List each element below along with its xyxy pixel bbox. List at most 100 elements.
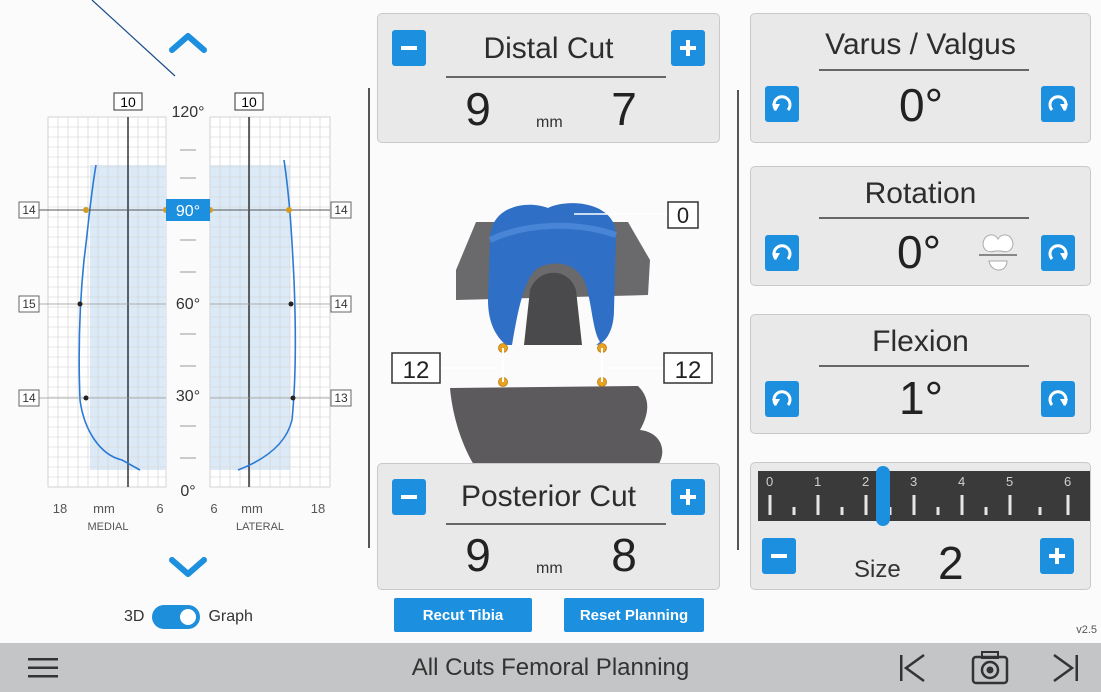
snapshot-button[interactable]: [970, 649, 1010, 687]
medial-axis-min: 18: [53, 501, 67, 516]
medial-marker-60: 15: [22, 297, 36, 311]
posterior-cut-medial-value: 9: [465, 529, 491, 581]
lateral-graph: [209, 116, 331, 488]
model-label-medial: 12: [403, 357, 430, 384]
scroll-down-button[interactable]: [158, 548, 218, 588]
size-ruler-ticks: [768, 495, 1070, 515]
size-scale-1: 1: [814, 474, 822, 489]
medial-axis-title: MEDIAL: [88, 521, 129, 533]
posterior-cut-plus-button[interactable]: [671, 479, 705, 515]
angle-label-90: 90°: [176, 203, 200, 220]
rotation-value: 0°: [897, 226, 941, 278]
flexion-rotate-right-button[interactable]: [1041, 381, 1075, 417]
previous-step-button[interactable]: [896, 652, 928, 684]
flexion-value: 1°: [899, 372, 943, 424]
flexion-panel: Flexion 1°: [750, 314, 1091, 434]
rotate-ccw-icon: [772, 244, 792, 260]
distal-cut-title: Distal Cut: [483, 32, 614, 65]
angle-label-60: 60°: [176, 296, 200, 313]
varus-valgus-title: Varus / Valgus: [825, 28, 1016, 61]
lateral-axis-unit: mm: [241, 501, 263, 516]
lateral-axis-min: 6: [210, 501, 217, 516]
medial-marker-90: 14: [22, 203, 36, 217]
toggle-label-3d: 3D: [124, 608, 145, 625]
varus-valgus-panel: Varus / Valgus 0°: [750, 13, 1091, 143]
size-ruler[interactable]: 0 1 2 3 4 5 6: [758, 471, 1090, 521]
footer-bar: All Cuts Femoral Planning: [0, 643, 1101, 692]
plus-icon: [1049, 548, 1065, 564]
lateral-top-marker: 10: [241, 94, 257, 110]
version-label: v2.5: [1076, 624, 1097, 636]
rotation-rotate-right-button[interactable]: [1041, 235, 1075, 271]
rotate-ccw-icon: [772, 390, 792, 406]
toggle-label-graph: Graph: [208, 608, 253, 625]
flexion-rotate-left-button[interactable]: [765, 381, 799, 417]
rotation-rule: [819, 217, 1029, 219]
lateral-marker-90: 14: [334, 203, 348, 217]
size-scale-6: 6: [1064, 474, 1072, 489]
divider-left: [368, 88, 370, 548]
size-label: Size: [854, 556, 901, 583]
rotation-panel: Rotation 0°: [750, 166, 1091, 286]
reset-planning-button[interactable]: Reset Planning: [564, 598, 704, 632]
size-scale-0: 0: [766, 474, 774, 489]
gap-graph: 10 10 14 15 14 14 14 13 120° 90° 60° 30°…: [18, 0, 352, 533]
lateral-axis-title: LATERAL: [236, 521, 284, 533]
distal-cut-rule: [446, 76, 666, 78]
model-label-top: 0: [677, 203, 689, 228]
chevron-up-icon: [169, 33, 207, 53]
plus-icon: [680, 489, 696, 505]
size-scale-2: 2: [862, 474, 870, 489]
size-slider-handle[interactable]: [876, 466, 890, 526]
distal-cut-lateral-value: 7: [611, 83, 637, 135]
lateral-marker-30: 13: [334, 391, 348, 405]
view-toggle-row: 3D Graph: [124, 605, 253, 629]
view-toggle-switch[interactable]: [152, 605, 201, 629]
distal-cut-medial-value: 9: [465, 83, 491, 135]
model-label-lateral: 12: [675, 357, 702, 384]
medial-marker-30: 14: [22, 391, 36, 405]
divider-right: [737, 90, 739, 550]
posterior-cut-title: Posterior Cut: [460, 480, 637, 513]
distal-cut-plus-button[interactable]: [671, 30, 705, 66]
posterior-cut-panel: Posterior Cut 9 mm 8: [377, 463, 720, 590]
rotate-cw-icon: [1048, 390, 1068, 406]
skip-next-icon: [1053, 653, 1078, 683]
size-value: 2: [938, 537, 964, 589]
medial-axis-max: 6: [156, 501, 163, 516]
angle-label-0: 0°: [180, 483, 195, 500]
lateral-marker-60: 14: [334, 297, 348, 311]
posterior-cut-rule: [446, 523, 666, 525]
size-scale-3: 3: [910, 474, 918, 489]
size-scale-4: 4: [958, 474, 966, 489]
footer-title: All Cuts Femoral Planning: [411, 654, 690, 681]
femur-axial-icon: [979, 234, 1017, 271]
rotate-ccw-icon: [772, 95, 792, 111]
size-minus-button[interactable]: [762, 538, 796, 574]
medial-graph: [47, 116, 167, 488]
recut-tibia-button[interactable]: Recut Tibia: [394, 598, 532, 632]
varus-valgus-rule: [819, 69, 1029, 71]
scroll-up-button[interactable]: [158, 22, 218, 62]
angle-label-120: 120°: [171, 104, 204, 121]
varus-valgus-rotate-left-button[interactable]: [765, 86, 799, 122]
rotate-cw-icon: [1048, 95, 1068, 111]
rotate-cw-icon: [1048, 244, 1068, 260]
angle-label-30: 30°: [176, 388, 200, 405]
posterior-cut-unit: mm: [536, 560, 563, 577]
size-scale-5: 5: [1006, 474, 1014, 489]
flexion-rule: [819, 365, 1029, 367]
varus-valgus-value: 0°: [899, 79, 943, 131]
rotation-title: Rotation: [864, 177, 977, 210]
varus-valgus-rotate-right-button[interactable]: [1041, 86, 1075, 122]
skip-previous-icon: [900, 653, 925, 683]
size-plus-button[interactable]: [1040, 538, 1074, 574]
distal-cut-panel: Distal Cut 9 mm 7: [377, 13, 720, 143]
camera-icon: [971, 651, 1009, 685]
flexion-title: Flexion: [872, 325, 969, 358]
next-step-button[interactable]: [1050, 652, 1082, 684]
plus-icon: [680, 40, 696, 56]
rotation-rotate-left-button[interactable]: [765, 235, 799, 271]
medial-top-marker: 10: [120, 94, 136, 110]
knee-model-view: 0 12 12: [391, 201, 713, 465]
